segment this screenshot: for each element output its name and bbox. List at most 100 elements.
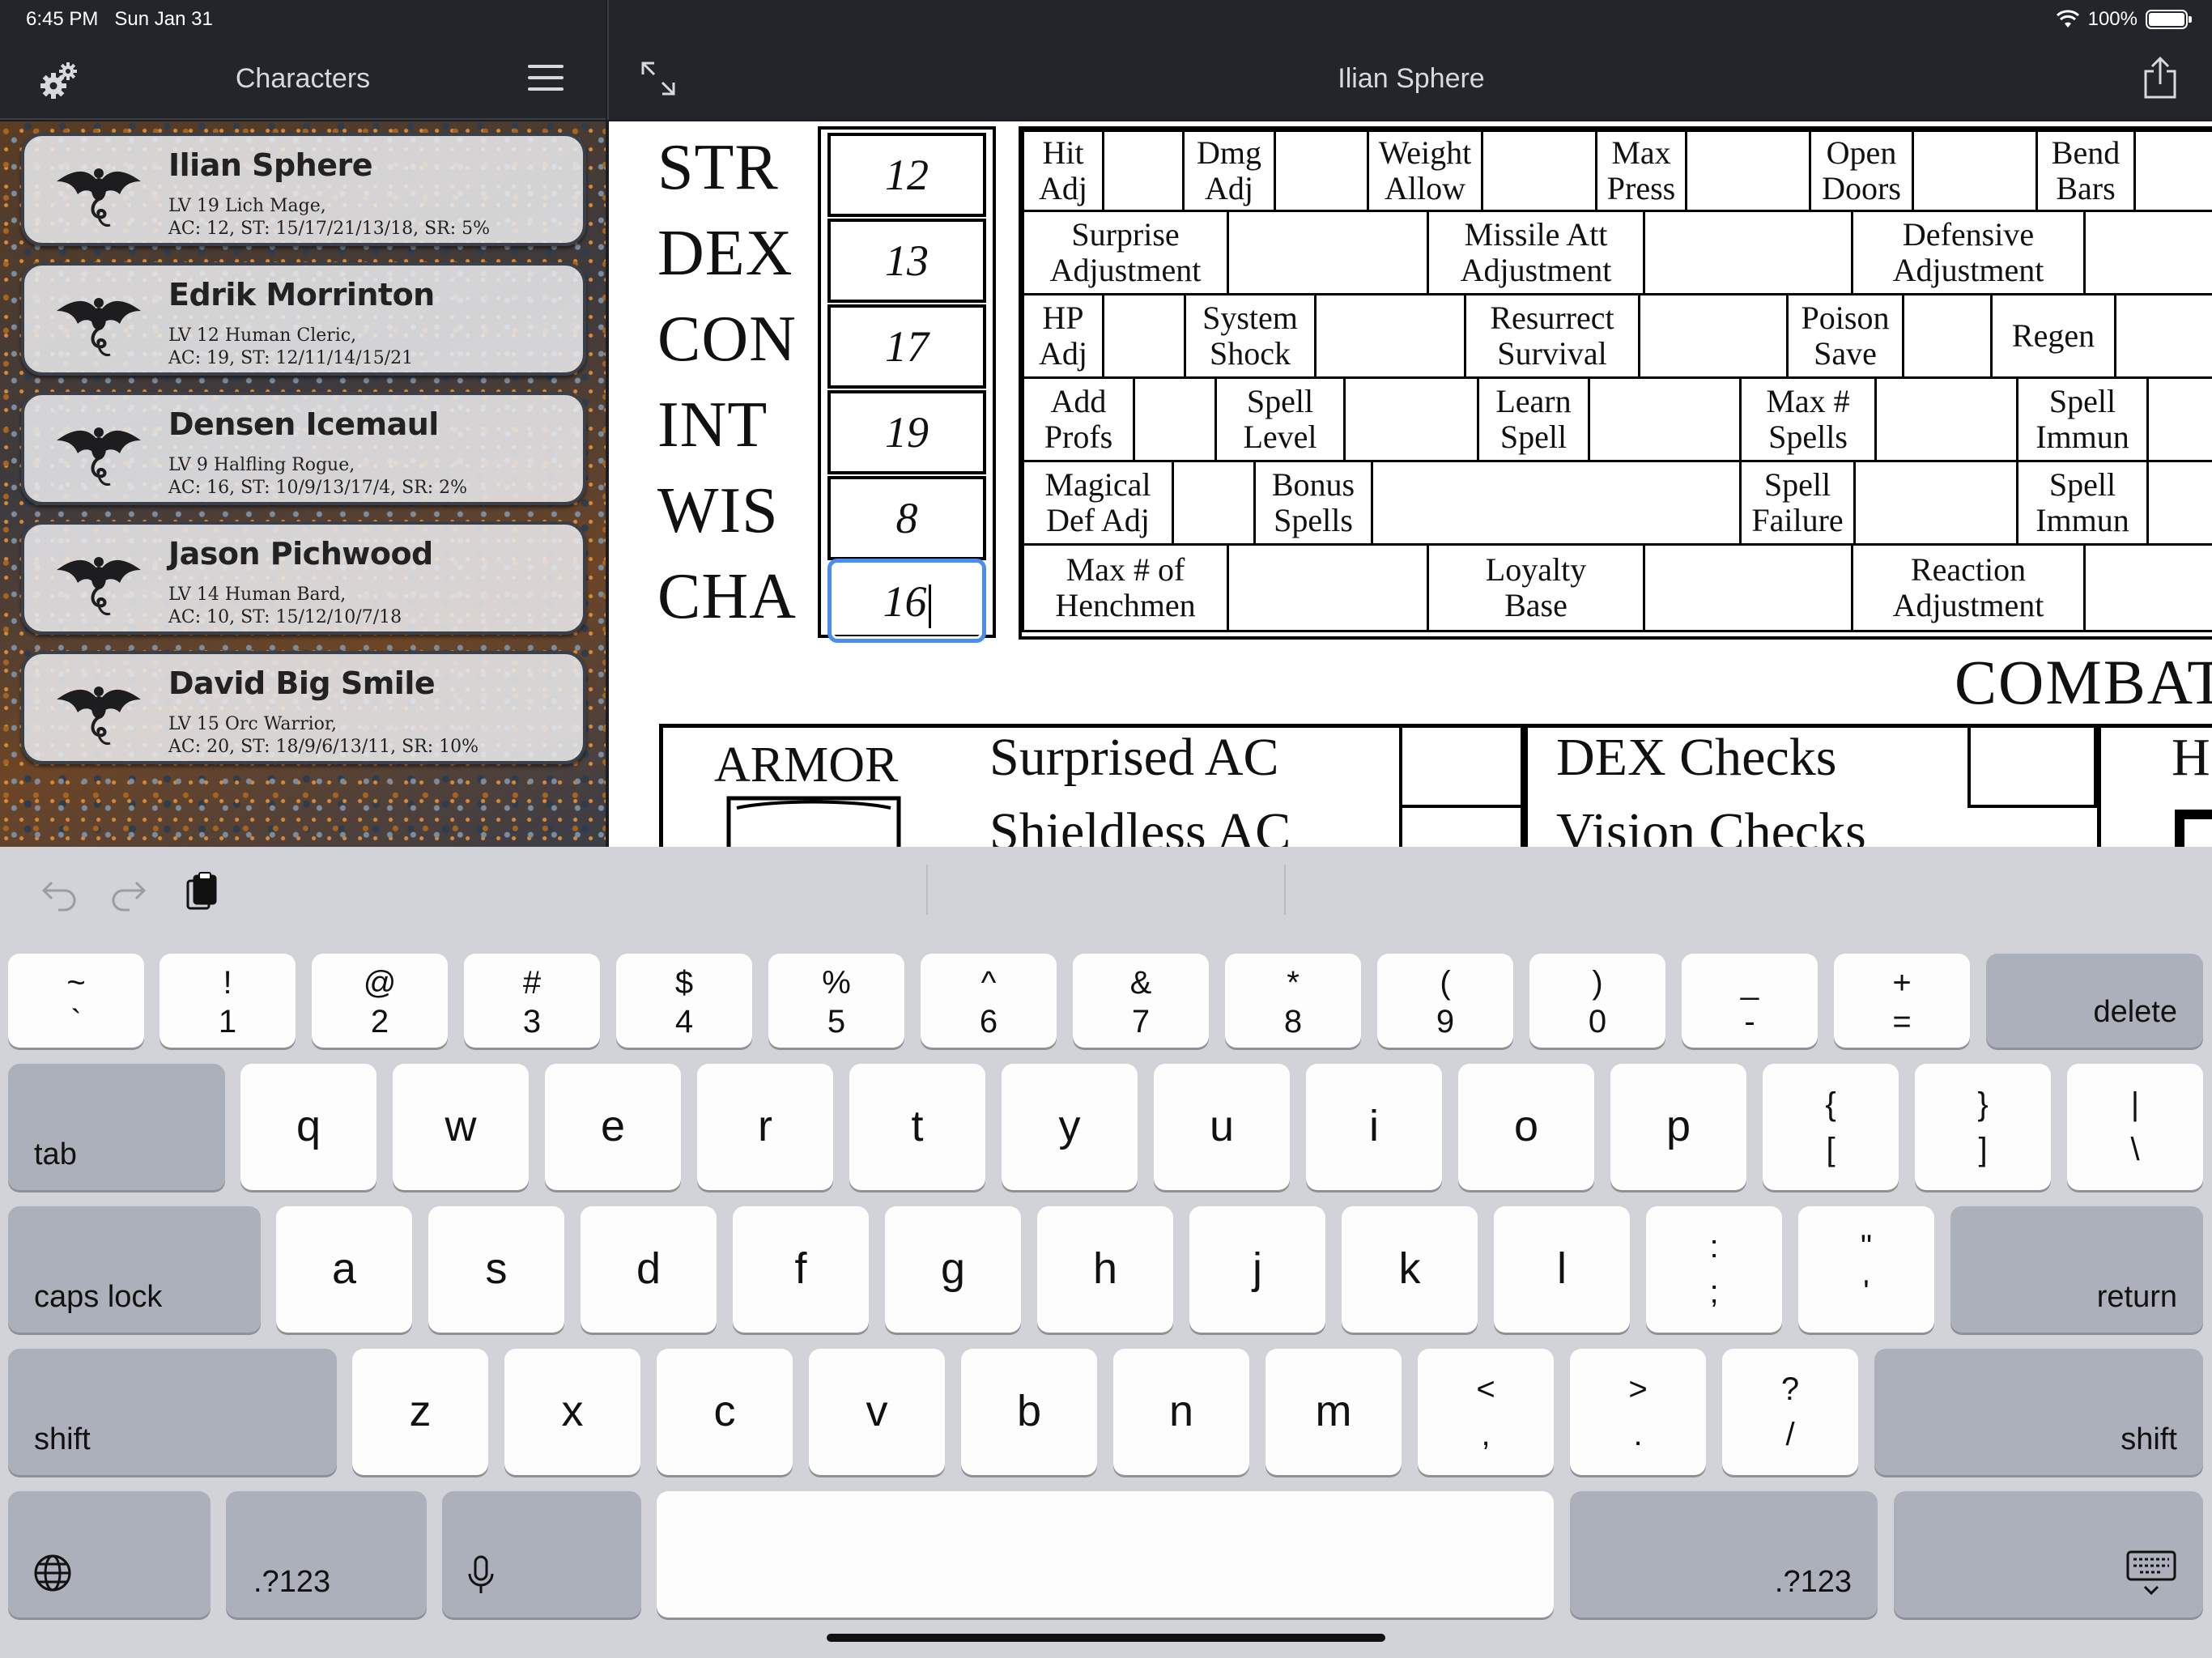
key-bracket-left[interactable]: {[ — [1763, 1064, 1899, 1190]
grid-cell-value[interactable] — [2133, 130, 2212, 212]
key-g[interactable]: g — [885, 1206, 1021, 1333]
share-icon[interactable] — [2142, 55, 2178, 100]
key-n[interactable]: n — [1113, 1349, 1249, 1475]
grid-cell-value[interactable] — [2083, 543, 2212, 632]
globe-key[interactable] — [8, 1491, 211, 1618]
grid-cell-value[interactable] — [2146, 376, 2212, 462]
undo-icon[interactable] — [34, 869, 83, 918]
numbers-key-left[interactable]: .?123 — [226, 1491, 427, 1618]
key-equals[interactable]: + = — [1834, 954, 1970, 1048]
home-indicator[interactable] — [827, 1634, 1385, 1642]
ability-score-field[interactable]: 8 — [827, 476, 986, 560]
dictation-key[interactable] — [442, 1491, 641, 1618]
grid-cell-value[interactable] — [2083, 210, 2212, 295]
key-o[interactable]: o — [1458, 1064, 1594, 1190]
key-6[interactable]: ^ 6 — [921, 954, 1057, 1048]
key-c[interactable]: c — [657, 1349, 793, 1475]
key-v[interactable]: v — [809, 1349, 945, 1475]
ability-score-field[interactable]: 13 — [827, 219, 986, 303]
key-9[interactable]: (9 — [1377, 954, 1513, 1048]
grid-cell-value[interactable] — [1133, 376, 1217, 462]
grid-cell-value[interactable] — [1102, 130, 1185, 212]
tab-key[interactable]: tab — [8, 1064, 225, 1190]
redo-icon[interactable] — [105, 869, 154, 918]
key-0[interactable]: ) 0 — [1529, 954, 1665, 1048]
key-bracket-right[interactable]: }] — [1915, 1064, 2051, 1190]
grid-cell-value[interactable] — [1314, 293, 1466, 379]
shift-key-left[interactable]: shift — [8, 1349, 337, 1475]
key-b[interactable]: b — [961, 1349, 1097, 1475]
key-a[interactable]: a — [276, 1206, 412, 1333]
surprised-ac-value[interactable] — [1399, 724, 1524, 808]
ability-score-field[interactable]: 19 — [827, 390, 986, 474]
key-8[interactable]: * 8 — [1225, 954, 1361, 1048]
dismiss-keyboard-key[interactable] — [1894, 1491, 2203, 1618]
key-y[interactable]: y — [1002, 1064, 1138, 1190]
grid-cell-value[interactable] — [1874, 376, 2018, 462]
grid-cell-value[interactable] — [1227, 543, 1429, 632]
character-card[interactable]: Jason Pichwood LV 14 Human Bard, AC: 10,… — [21, 521, 586, 635]
key-4[interactable]: $4 — [616, 954, 752, 1048]
grid-cell-value[interactable] — [1912, 130, 2038, 212]
key-s[interactable]: s — [428, 1206, 564, 1333]
key-slash[interactable]: ? / — [1722, 1349, 1858, 1475]
return-key[interactable]: return — [1950, 1206, 2203, 1333]
key-period[interactable]: >. — [1570, 1349, 1706, 1475]
character-card[interactable]: Edrik Morrinton LV 12 Human Cleric, AC: … — [21, 262, 586, 376]
menu-icon[interactable] — [528, 65, 564, 94]
ability-score-field[interactable]: 17 — [827, 304, 986, 389]
grid-cell-value[interactable] — [1172, 460, 1256, 546]
key-3[interactable]: #3 — [464, 954, 600, 1048]
grid-cell-value[interactable] — [1643, 543, 1853, 632]
key-p[interactable]: p — [1610, 1064, 1746, 1190]
ability-score-field[interactable]: 12 — [827, 133, 986, 217]
key-u[interactable]: u — [1154, 1064, 1290, 1190]
character-card[interactable]: Densen Icemaul LV 9 Halfling Rogue, AC: … — [21, 392, 586, 505]
key-1[interactable]: ! 1 — [160, 954, 296, 1048]
paste-icon[interactable] — [178, 869, 227, 918]
key-k[interactable]: k — [1342, 1206, 1478, 1333]
ability-score-field-active[interactable]: 16 — [827, 559, 986, 643]
grid-cell-value[interactable] — [2146, 460, 2212, 546]
key-quote[interactable]: " ' — [1798, 1206, 1934, 1333]
character-card[interactable]: Ilian Sphere LV 19 Lich Mage, AC: 12, ST… — [21, 133, 586, 246]
key-j[interactable]: j — [1189, 1206, 1325, 1333]
key-d[interactable]: d — [581, 1206, 717, 1333]
key-e[interactable]: e — [545, 1064, 681, 1190]
shift-key-right[interactable]: shift — [1874, 1349, 2203, 1475]
key-comma[interactable]: <, — [1418, 1349, 1554, 1475]
key-r[interactable]: r — [697, 1064, 833, 1190]
key-w[interactable]: w — [393, 1064, 529, 1190]
dex-checks-value[interactable] — [1967, 724, 2097, 808]
key-semicolon[interactable]: :; — [1646, 1206, 1782, 1333]
key-minus[interactable]: _ - — [1682, 954, 1818, 1048]
key-l[interactable]: l — [1494, 1206, 1630, 1333]
delete-key[interactable]: delete — [1986, 954, 2203, 1048]
key-backtick[interactable]: ~ ` — [8, 954, 144, 1048]
grid-cell-value[interactable] — [2114, 293, 2212, 379]
key-m[interactable]: m — [1266, 1349, 1402, 1475]
grid-cell-value[interactable] — [1227, 210, 1429, 295]
key-backslash[interactable]: | \ — [2067, 1064, 2203, 1190]
key-f[interactable]: f — [733, 1206, 869, 1333]
caps-lock-key[interactable]: caps lock — [8, 1206, 261, 1333]
grid-cell-value[interactable] — [1343, 376, 1479, 462]
grid-cell-value[interactable] — [1643, 210, 1853, 295]
grid-cell-value[interactable] — [1685, 130, 1811, 212]
key-q[interactable]: q — [240, 1064, 376, 1190]
grid-cell-value[interactable] — [1102, 293, 1186, 379]
grid-cell-value[interactable] — [1853, 460, 2018, 546]
key-x[interactable]: x — [504, 1349, 640, 1475]
grid-cell-value[interactable] — [1902, 293, 1993, 379]
grid-cell-value[interactable] — [1588, 376, 1742, 462]
grid-cell-value[interactable] — [1481, 130, 1597, 212]
key-7[interactable]: & 7 — [1073, 954, 1209, 1048]
key-i[interactable]: i — [1306, 1064, 1442, 1190]
grid-cell-value[interactable] — [1638, 293, 1789, 379]
key-h[interactable]: h — [1037, 1206, 1173, 1333]
character-card[interactable]: David Big Smile LV 15 Orc Warrior, AC: 2… — [21, 651, 586, 764]
key-t[interactable]: t — [849, 1064, 985, 1190]
key-5[interactable]: % 5 — [768, 954, 904, 1048]
key-2[interactable]: @2 — [312, 954, 448, 1048]
numbers-key-right[interactable]: .?123 — [1570, 1491, 1878, 1618]
